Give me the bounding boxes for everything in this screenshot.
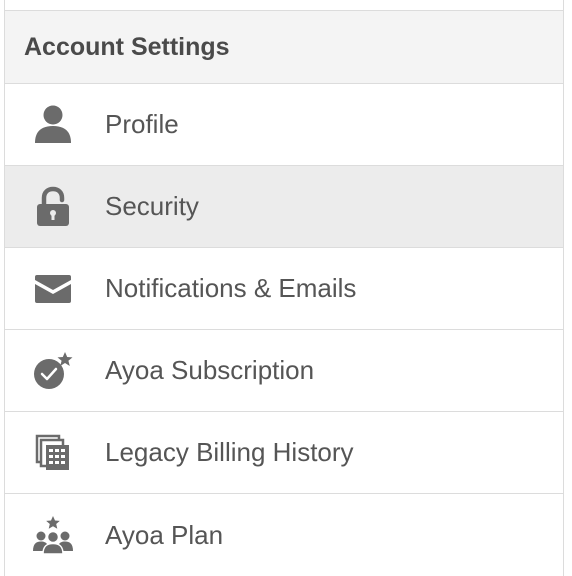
menu-item-label: Security — [105, 191, 199, 221]
section-title: Account Settings — [24, 32, 230, 61]
menu-item-label: Profile — [105, 109, 179, 139]
team-star-icon — [30, 512, 76, 558]
menu-item-label: Notifications & Emails — [105, 273, 357, 303]
menu-item-label: Ayoa Plan — [105, 519, 224, 550]
menu-item-profile[interactable]: Profile — [5, 84, 563, 166]
menu-item-ayoa-subscription[interactable]: Ayoa Subscription — [5, 330, 563, 412]
subscription-badge-icon — [30, 348, 76, 394]
menu-item-notifications-emails[interactable]: Notifications & Emails — [5, 248, 563, 330]
menu-item-label: Legacy Billing History — [105, 437, 354, 467]
menu-item-security[interactable]: Security — [5, 166, 563, 248]
account-settings-panel: Account Settings Profile Security Notifi… — [4, 0, 564, 576]
menu-item-ayoa-plan[interactable]: Ayoa Plan — [5, 494, 563, 576]
section-header: Account Settings — [5, 11, 563, 84]
billing-documents-icon — [30, 430, 76, 476]
lock-icon — [30, 184, 76, 230]
menu-item-label: Ayoa Subscription — [105, 355, 315, 385]
user-icon — [30, 102, 76, 148]
menu-item-legacy-billing-history[interactable]: Legacy Billing History — [5, 412, 563, 494]
envelope-icon — [30, 266, 76, 312]
top-divider — [5, 0, 563, 11]
